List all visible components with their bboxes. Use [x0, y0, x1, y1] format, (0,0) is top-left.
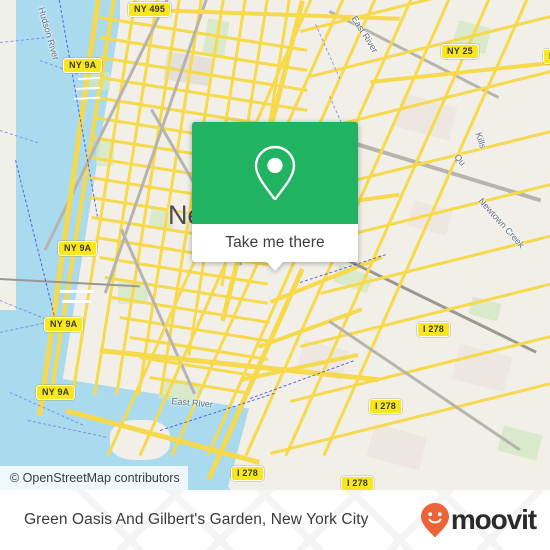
route-shield-ny9a-3: NY 9A	[44, 317, 84, 332]
route-shield-i278-2: I 278	[369, 399, 403, 414]
place-popup-header	[192, 122, 358, 224]
moovit-wordmark: moovit	[450, 504, 537, 535]
route-shield-ny495: NY 495	[128, 2, 172, 17]
route-shield-ny-edge: NY	[543, 49, 550, 64]
place-popup-footer[interactable]: Take me there	[192, 224, 358, 271]
pier	[62, 300, 92, 303]
page-footer: Green Oasis And Gilbert's Garden, New Yo…	[0, 490, 550, 550]
moovit-place-map-screen: Hudson River East River East River Newto…	[0, 0, 550, 550]
route-shield-ny9a-1: NY 9A	[63, 58, 103, 73]
route-shield-i278-4: I 278	[341, 476, 375, 490]
popup-pointer-tail	[266, 261, 284, 271]
route-shield-ny9a-4: NY 9A	[36, 385, 76, 400]
moovit-logo[interactable]: moovit	[420, 502, 537, 538]
route-shield-i278-1: I 278	[417, 322, 451, 337]
land-nj-left	[0, 0, 16, 310]
place-popup-card[interactable]: Take me there	[192, 122, 358, 271]
route-shield-ny25: NY 25	[441, 44, 479, 59]
take-me-there-label: Take me there	[225, 234, 325, 251]
osm-attribution[interactable]: © OpenStreetMap contributors	[0, 466, 188, 490]
map-pin-icon	[254, 145, 296, 201]
moovit-smiley-pin-icon	[420, 503, 449, 538]
route-shield-ny9a-2: NY 9A	[58, 241, 98, 256]
route-shield-i278-3: I 278	[231, 466, 265, 481]
pier	[60, 290, 94, 293]
place-title: Green Oasis And Gilbert's Garden, New Yo…	[24, 511, 369, 528]
